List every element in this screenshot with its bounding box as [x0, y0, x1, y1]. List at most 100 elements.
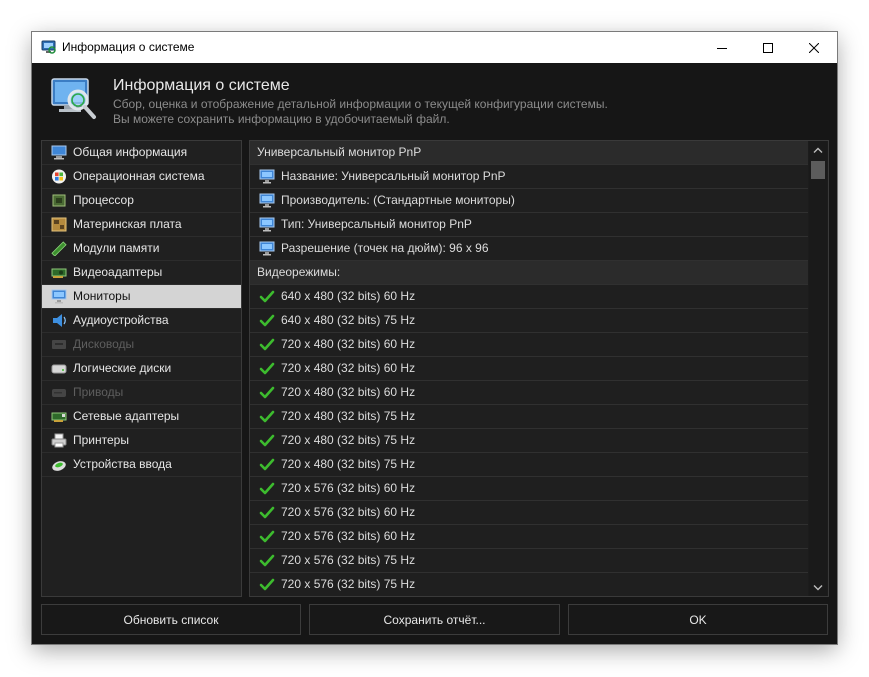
row-text: 640 x 480 (32 bits) 60 Hz [281, 289, 416, 303]
system-info-window: Информация о системе Информация о систем… [32, 32, 837, 644]
row-text: 640 x 480 (32 bits) 75 Hz [281, 313, 416, 327]
details-list: Универсальный монитор PnP Название: Униве… [249, 140, 829, 597]
scroll-down-button[interactable] [809, 579, 827, 596]
optical-drive-icon [52, 389, 66, 397]
video-mode-row[interactable]: 640 x 480 (32 bits) 60 Hz [250, 285, 808, 309]
checkmark-icon [259, 314, 275, 327]
scroll-thumb[interactable] [811, 161, 825, 179]
refresh-list-button[interactable]: Обновить список [41, 604, 301, 635]
system-info-app-icon [41, 40, 56, 54]
row-text: Тип: Универсальный монитор PnP [281, 217, 472, 231]
video-card-icon [51, 268, 67, 278]
sidebar-item[interactable]: Логические диски [42, 357, 241, 381]
video-mode-row[interactable]: 720 x 576 (32 bits) 60 Hz [250, 525, 808, 549]
row-text: Название: Универсальный монитор PnP [281, 169, 506, 183]
video-mode-row[interactable]: 720 x 480 (32 bits) 60 Hz [250, 357, 808, 381]
floppy-drive-icon [52, 340, 66, 349]
sidebar-item[interactable]: Материнская плата [42, 213, 241, 237]
checkmark-icon [259, 578, 275, 591]
row-text: 720 x 576 (32 bits) 60 Hz [281, 481, 416, 495]
row-text: 720 x 480 (32 bits) 75 Hz [281, 433, 416, 447]
row-text: 720 x 480 (32 bits) 60 Hz [281, 337, 416, 351]
category-sidebar: Общая информация Операционная система Проц… [41, 140, 242, 597]
sidebar-item[interactable]: Сетевые адаптеры [42, 405, 241, 429]
sidebar-item[interactable]: Операционная система [42, 165, 241, 189]
sidebar-item[interactable]: Модули памяти [42, 237, 241, 261]
row-text: Видеорежимы: [257, 265, 341, 279]
close-button[interactable] [791, 32, 837, 63]
chevron-up-icon [813, 147, 823, 153]
system-info-magnifier-icon [51, 78, 96, 119]
speaker-icon [53, 314, 66, 327]
header-description-line-2: Вы можете сохранить информацию в удобочи… [113, 112, 450, 126]
row-text: Производитель: (Стандартные мониторы) [281, 193, 515, 207]
row-text: 720 x 480 (32 bits) 60 Hz [281, 385, 416, 399]
sidebar-item-label: Аудиоустройства [73, 313, 169, 327]
property-row[interactable]: Тип: Универсальный монитор PnP [250, 213, 808, 237]
row-text: 720 x 576 (32 bits) 75 Hz [281, 577, 416, 591]
save-report-button[interactable]: Сохранить отчёт... [309, 604, 560, 635]
property-row[interactable]: Название: Универсальный монитор PnP [250, 165, 808, 189]
monitor-icon [259, 217, 275, 232]
checkmark-icon [259, 482, 275, 495]
video-mode-row[interactable]: 720 x 480 (32 bits) 75 Hz [250, 405, 808, 429]
row-text: 720 x 576 (32 bits) 75 Hz [281, 553, 416, 567]
sidebar-item[interactable]: Мониторы [42, 285, 241, 309]
mouse-icon [52, 461, 66, 471]
video-mode-row[interactable]: 720 x 480 (32 bits) 75 Hz [250, 429, 808, 453]
sidebar-item[interactable]: Видеоадаптеры [42, 261, 241, 285]
row-text: 720 x 480 (32 bits) 60 Hz [281, 361, 416, 375]
sidebar-item-label: Сетевые адаптеры [73, 409, 180, 423]
section-header: Универсальный монитор PnP [250, 141, 808, 165]
chevron-down-icon [813, 584, 823, 590]
row-text: Универсальный монитор PnP [257, 145, 422, 159]
checkmark-icon [259, 458, 275, 471]
video-mode-row[interactable]: 720 x 480 (32 bits) 75 Hz [250, 453, 808, 477]
checkmark-icon [259, 530, 275, 543]
row-text: 720 x 480 (32 bits) 75 Hz [281, 457, 416, 471]
printer-icon [51, 433, 67, 448]
monitor-icon [259, 169, 275, 184]
sidebar-item[interactable]: Общая информация [42, 141, 241, 165]
maximize-button[interactable] [745, 32, 791, 63]
monitor-icon [259, 241, 275, 256]
checkmark-icon [259, 506, 275, 519]
ok-button[interactable]: OK [568, 604, 828, 635]
header-title: Информация о системе [113, 77, 290, 94]
sidebar-item-label: Мониторы [73, 289, 131, 303]
video-mode-row[interactable]: 720 x 480 (32 bits) 60 Hz [250, 333, 808, 357]
video-mode-row[interactable]: 720 x 576 (32 bits) 75 Hz [250, 549, 808, 573]
video-mode-row[interactable]: 720 x 576 (32 bits) 60 Hz [250, 501, 808, 525]
vertical-scrollbar[interactable] [809, 141, 827, 596]
memory-stick-icon [51, 241, 67, 256]
sidebar-item[interactable]: Аудиоустройства [42, 309, 241, 333]
sidebar-item-label: Дисководы [73, 337, 135, 351]
video-mode-row[interactable]: 640 x 480 (32 bits) 75 Hz [250, 309, 808, 333]
checkmark-icon [259, 554, 275, 567]
property-row[interactable]: Производитель: (Стандартные мониторы) [250, 189, 808, 213]
cpu-icon [52, 194, 66, 207]
checkmark-icon [259, 386, 275, 399]
monitor-icon [51, 289, 67, 304]
checkmark-icon [259, 338, 275, 351]
sidebar-item-label: Материнская плата [73, 217, 182, 231]
row-text: Разрешение (точек на дюйм): 96 x 96 [281, 241, 489, 255]
sidebar-item[interactable]: Принтеры [42, 429, 241, 453]
windows-logo-icon [52, 169, 66, 184]
video-mode-row[interactable]: 720 x 576 (32 bits) 75 Hz [250, 573, 808, 596]
property-row[interactable]: Разрешение (точек на дюйм): 96 x 96 [250, 237, 808, 261]
sidebar-item[interactable]: Устройства ввода [42, 453, 241, 477]
sidebar-item-label: Видеоадаптеры [73, 265, 163, 279]
video-mode-row[interactable]: 720 x 480 (32 bits) 60 Hz [250, 381, 808, 405]
sidebar-item[interactable]: Процессор [42, 189, 241, 213]
scroll-up-button[interactable] [809, 141, 827, 158]
hard-disk-icon [51, 364, 67, 374]
maximize-icon [763, 42, 773, 53]
sidebar-item-label: Принтеры [73, 433, 129, 447]
minimize-icon [717, 47, 727, 49]
minimize-button[interactable] [699, 32, 745, 63]
sidebar-item: Приводы [42, 381, 241, 405]
network-card-icon [51, 412, 67, 422]
video-mode-row[interactable]: 720 x 576 (32 bits) 60 Hz [250, 477, 808, 501]
sidebar-item-label: Процессор [73, 193, 134, 207]
